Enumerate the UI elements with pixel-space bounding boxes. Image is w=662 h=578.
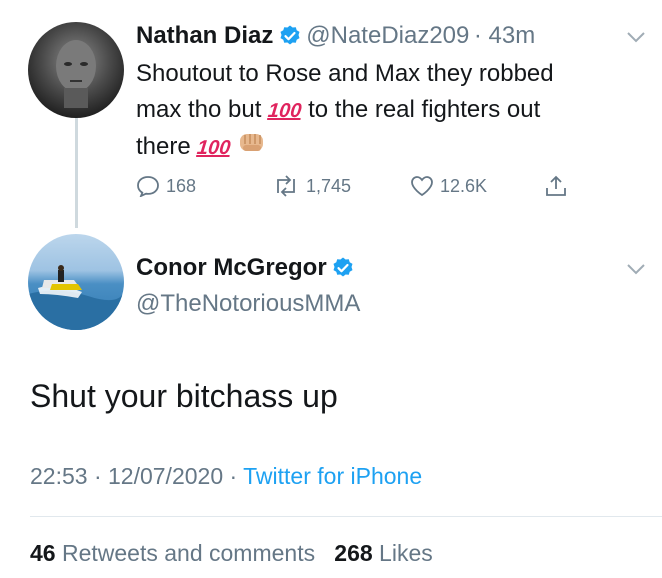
tweet-line-segment: to the real fighters out: [308, 96, 541, 123]
share-button[interactable]: [544, 174, 574, 198]
portrait-graphic: [56, 40, 96, 108]
jetski-graphic: [28, 265, 124, 330]
thread-line: [75, 118, 78, 228]
tweet-timestamp[interactable]: 22:53 · 12/07/2020: [30, 463, 223, 489]
retweet-icon: [277, 175, 295, 197]
reply-tweet-text: Shoutout to Rose and Max they robbed max…: [136, 56, 646, 166]
tweet-header: Conor McGregor: [136, 254, 355, 285]
likes-label: Likes: [379, 540, 433, 566]
retweets-label: Retweets and comments: [61, 540, 316, 566]
author-name[interactable]: Conor McGregor: [136, 254, 327, 281]
tweet-line: Shoutout to Rose and Max they robbed: [136, 60, 554, 87]
tweet-line-segment: max tho but: [136, 96, 262, 123]
tweet-source-link[interactable]: Twitter for iPhone: [243, 463, 422, 489]
verified-badge-icon: [278, 24, 302, 53]
divider: [30, 516, 662, 517]
likes-stat[interactable]: 268 Likes: [334, 540, 432, 566]
tweet-time[interactable]: · 43m: [474, 22, 535, 49]
retweet-count: 1,745: [306, 175, 352, 196]
retweet-button[interactable]: 1,745: [272, 175, 351, 197]
hundred-points-emoji-icon: 100: [196, 137, 232, 159]
retweets-stat[interactable]: 46 Retweets and comments: [30, 540, 315, 566]
author-name[interactable]: Nathan Diaz: [136, 22, 273, 49]
retweets-count: 46: [30, 540, 56, 566]
verified-badge-icon: [331, 256, 355, 285]
like-button[interactable]: 12.6K: [410, 175, 487, 197]
like-count: 12.6K: [440, 175, 488, 196]
tweet-meta: 22:53 · 12/07/2020 · Twitter for iPhone: [30, 463, 422, 490]
tweet-line: max tho but 100 to the real fighters out: [136, 92, 646, 129]
tweet-stats: 46 Retweets and comments 268 Likes: [30, 540, 433, 567]
tweet-line: there 100: [136, 129, 646, 166]
reply-button[interactable]: 168: [136, 175, 196, 197]
reply-icon: [137, 176, 159, 197]
reply-count: 168: [166, 175, 197, 196]
likes-count: 268: [334, 540, 373, 566]
chevron-down-icon[interactable]: [626, 262, 646, 281]
avatar-nathan-diaz[interactable]: [28, 22, 124, 118]
meta-separator: ·: [229, 463, 238, 489]
main-tweet-text: Shut your bitchass up: [30, 378, 338, 414]
share-icon: [546, 175, 566, 196]
author-handle[interactable]: @TheNotoriousMMA: [136, 290, 360, 318]
avatar-conor-mcgregor[interactable]: [28, 234, 124, 330]
reply-header: Nathan Diaz @NateDiaz209 · 43m: [136, 22, 535, 53]
fist-emoji-icon: [237, 129, 267, 166]
chevron-down-icon[interactable]: [626, 30, 646, 49]
heart-icon: [411, 176, 433, 197]
author-handle[interactable]: @NateDiaz209: [306, 22, 469, 49]
tweet-line-segment: there: [136, 133, 191, 160]
hundred-points-emoji-icon: 100: [266, 100, 303, 122]
